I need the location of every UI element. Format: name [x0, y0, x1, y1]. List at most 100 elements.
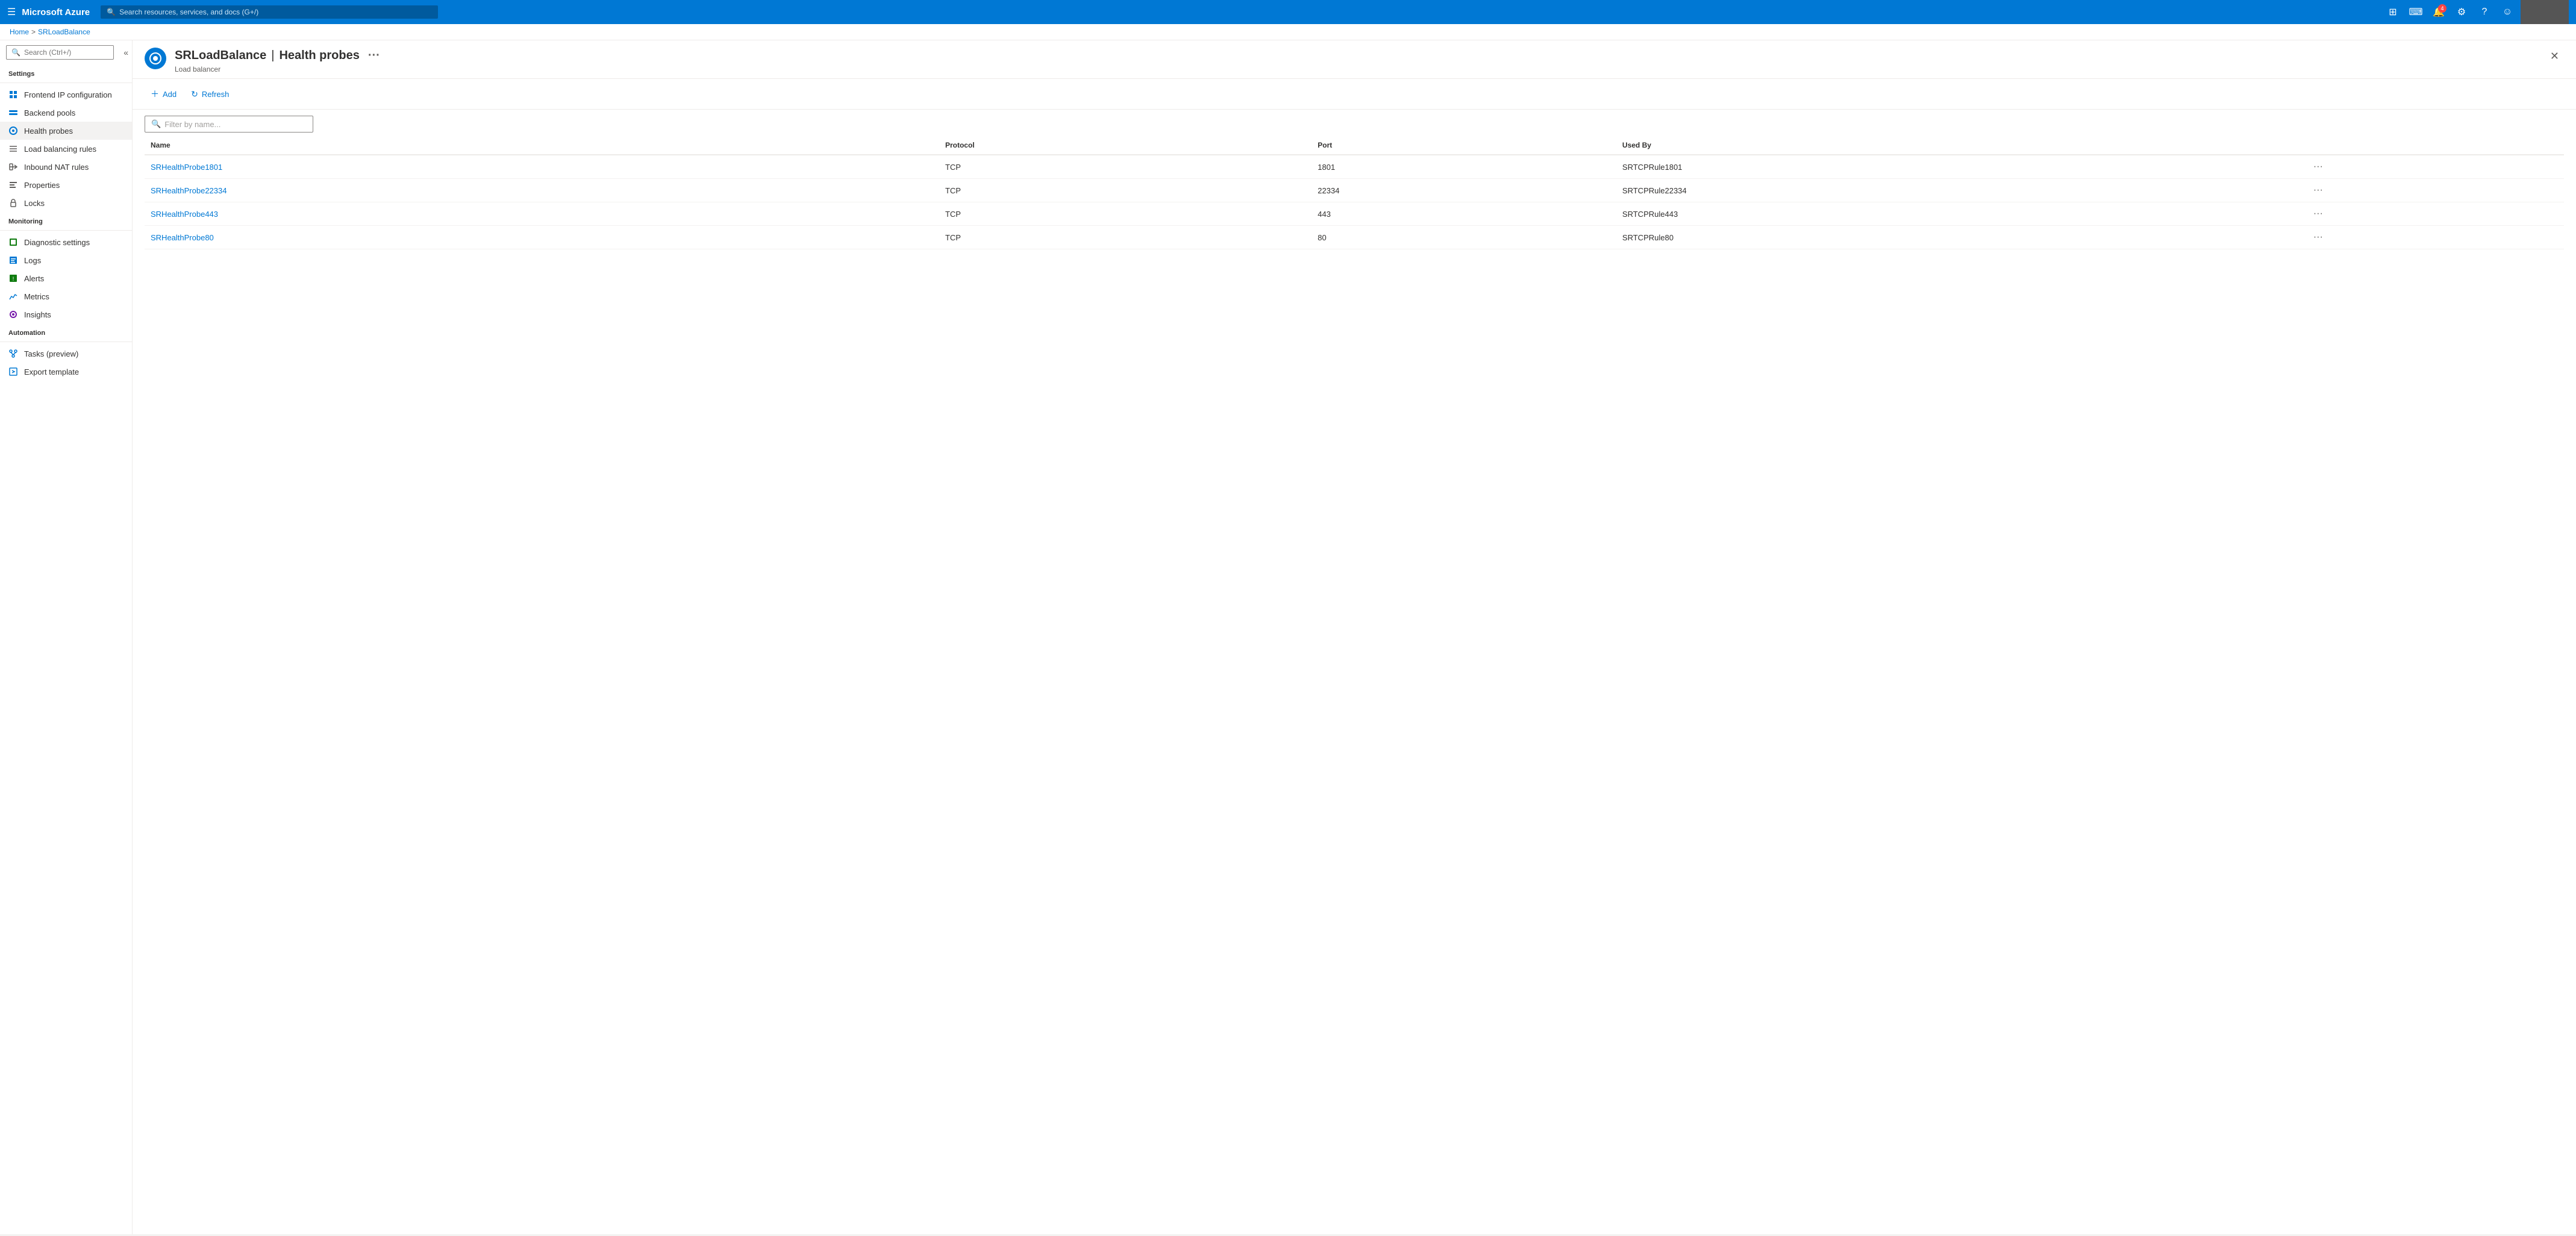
search-icon: 🔍 — [107, 8, 116, 16]
sidebar-item-inbound-nat-rules[interactable]: Inbound NAT rules — [0, 158, 132, 176]
tasks-icon — [8, 349, 18, 358]
search-input[interactable] — [119, 8, 432, 16]
page-title: Health probes — [279, 49, 359, 63]
resource-subtitle: Load balancer — [175, 65, 2537, 73]
resource-icon — [145, 48, 166, 69]
toolbar: ＋ Add ↻ Refresh — [133, 79, 2576, 110]
add-label: Add — [163, 90, 177, 99]
sidebar-item-label-insights: Insights — [24, 310, 51, 319]
row-context-menu-3[interactable]: ··· — [2310, 231, 2327, 243]
sidebar-item-export-template[interactable]: Export template — [0, 363, 132, 381]
cell-usedby-2: SRTCPRule443 — [1616, 202, 2304, 226]
sidebar-item-label-inbound-nat-rules: Inbound NAT rules — [24, 163, 89, 172]
cell-usedby-1: SRTCPRule22334 — [1616, 179, 2304, 202]
sidebar-item-label-alerts: Alerts — [24, 274, 44, 283]
sidebar-item-diagnostic-settings[interactable]: Diagnostic settings — [0, 233, 132, 251]
sidebar-search[interactable]: 🔍 — [6, 45, 114, 60]
cell-actions-2: ··· — [2304, 202, 2564, 226]
cell-protocol-0: TCP — [939, 155, 1311, 179]
help-btn[interactable]: ? — [2475, 2, 2494, 22]
filter-icon: 🔍 — [151, 119, 161, 129]
sidebar: 🔍 « Settings Frontend IP configuration B… — [0, 40, 133, 1234]
table-row: SRHealthProbe22334 TCP 22334 SRTCPRule22… — [145, 179, 2564, 202]
feedback-btn[interactable]: ☺ — [2498, 2, 2517, 22]
sidebar-item-load-balancing-rules[interactable]: Load balancing rules — [0, 140, 132, 158]
sidebar-item-metrics[interactable]: Metrics — [0, 287, 132, 305]
row-context-menu-0[interactable]: ··· — [2310, 160, 2327, 173]
logs-icon — [8, 255, 18, 265]
load-balancing-rules-icon — [8, 144, 18, 154]
cell-actions-0: ··· — [2304, 155, 2564, 179]
data-table: Name Protocol Port Used By SRHealthProbe… — [133, 136, 2576, 1234]
cell-name-2: SRHealthProbe443 — [145, 202, 939, 226]
health-probes-table: Name Protocol Port Used By SRHealthProbe… — [145, 136, 2564, 249]
monitoring-section-label: Monitoring — [0, 212, 132, 228]
cell-actions-3: ··· — [2304, 226, 2564, 249]
table-header-row: Name Protocol Port Used By — [145, 136, 2564, 155]
portal-icon-btn[interactable]: ⊞ — [2383, 2, 2402, 22]
sidebar-controls: 🔍 « — [0, 40, 132, 64]
cell-usedby-0: SRTCPRule1801 — [1616, 155, 2304, 179]
cell-port-3: 80 — [1311, 226, 1616, 249]
user-avatar[interactable] — [2521, 0, 2569, 24]
automation-section-label: Automation — [0, 323, 132, 339]
resource-header: SRLoadBalance | Health probes ··· Load b… — [133, 40, 2576, 79]
probe-link-2[interactable]: SRHealthProbe443 — [151, 210, 218, 219]
sidebar-item-label-health-probes: Health probes — [24, 126, 73, 136]
settings-btn[interactable]: ⚙ — [2452, 2, 2471, 22]
sidebar-item-label-backend-pools: Backend pools — [24, 108, 75, 117]
sidebar-item-locks[interactable]: Locks — [0, 194, 132, 212]
health-probes-icon — [8, 126, 18, 136]
cell-name-1: SRHealthProbe22334 — [145, 179, 939, 202]
top-navigation: ☰ Microsoft Azure 🔍 ⊞ ⌨ 🔔 4 ⚙ ? ☺ — [0, 0, 2576, 24]
add-icon: ＋ — [151, 88, 159, 100]
close-btn[interactable]: ✕ — [2545, 48, 2564, 65]
filter-input-wrapper[interactable]: 🔍 — [145, 116, 313, 133]
cell-port-0: 1801 — [1311, 155, 1616, 179]
sidebar-item-backend-pools[interactable]: Backend pools — [0, 104, 132, 122]
sidebar-collapse-btn[interactable]: « — [120, 44, 132, 61]
nav-icons-group: ⊞ ⌨ 🔔 4 ⚙ ? ☺ — [2383, 0, 2569, 24]
sidebar-item-logs[interactable]: Logs — [0, 251, 132, 269]
sidebar-item-frontend-ip[interactable]: Frontend IP configuration — [0, 86, 132, 104]
backend-pools-icon — [8, 108, 18, 117]
cell-usedby-3: SRTCPRule80 — [1616, 226, 2304, 249]
breadcrumb-resource[interactable]: SRLoadBalance — [38, 28, 90, 36]
global-search[interactable]: 🔍 — [101, 5, 438, 19]
breadcrumb-sep1: > — [31, 28, 36, 36]
resource-context-menu[interactable]: ··· — [364, 48, 384, 64]
sidebar-item-insights[interactable]: Insights — [0, 305, 132, 323]
probe-link-3[interactable]: SRHealthProbe80 — [151, 233, 214, 242]
page-layout: 🔍 « Settings Frontend IP configuration B… — [0, 40, 2576, 1234]
row-context-menu-1[interactable]: ··· — [2310, 184, 2327, 196]
col-header-protocol: Protocol — [939, 136, 1311, 155]
properties-icon — [8, 180, 18, 190]
sidebar-search-icon: 🔍 — [11, 48, 20, 57]
col-header-name: Name — [145, 136, 939, 155]
sidebar-item-label-frontend-ip: Frontend IP configuration — [24, 90, 112, 99]
probe-link-1[interactable]: SRHealthProbe22334 — [151, 186, 227, 195]
sidebar-item-properties[interactable]: Properties — [0, 176, 132, 194]
row-context-menu-2[interactable]: ··· — [2310, 207, 2327, 220]
filter-input[interactable] — [164, 120, 307, 129]
cell-port-1: 22334 — [1311, 179, 1616, 202]
sidebar-item-label-metrics: Metrics — [24, 292, 49, 301]
sidebar-item-health-probes[interactable]: Health probes — [0, 122, 132, 140]
refresh-button[interactable]: ↻ Refresh — [185, 86, 235, 102]
cell-actions-1: ··· — [2304, 179, 2564, 202]
notifications-btn[interactable]: 🔔 4 — [2429, 2, 2448, 22]
notification-badge: 4 — [2438, 4, 2446, 13]
resource-title-area: SRLoadBalance | Health probes ··· Load b… — [175, 48, 2537, 73]
add-button[interactable]: ＋ Add — [145, 85, 183, 103]
locks-icon — [8, 198, 18, 208]
probe-link-0[interactable]: SRHealthProbe1801 — [151, 163, 222, 172]
hamburger-menu[interactable]: ☰ — [7, 6, 16, 18]
svg-text:!: ! — [13, 276, 14, 282]
sidebar-search-input[interactable] — [24, 48, 108, 57]
breadcrumb-home[interactable]: Home — [10, 28, 29, 36]
metrics-icon — [8, 292, 18, 301]
table-row: SRHealthProbe80 TCP 80 SRTCPRule80 ··· — [145, 226, 2564, 249]
sidebar-item-tasks[interactable]: Tasks (preview) — [0, 345, 132, 363]
cloud-shell-btn[interactable]: ⌨ — [2406, 2, 2425, 22]
sidebar-item-alerts[interactable]: ! Alerts — [0, 269, 132, 287]
